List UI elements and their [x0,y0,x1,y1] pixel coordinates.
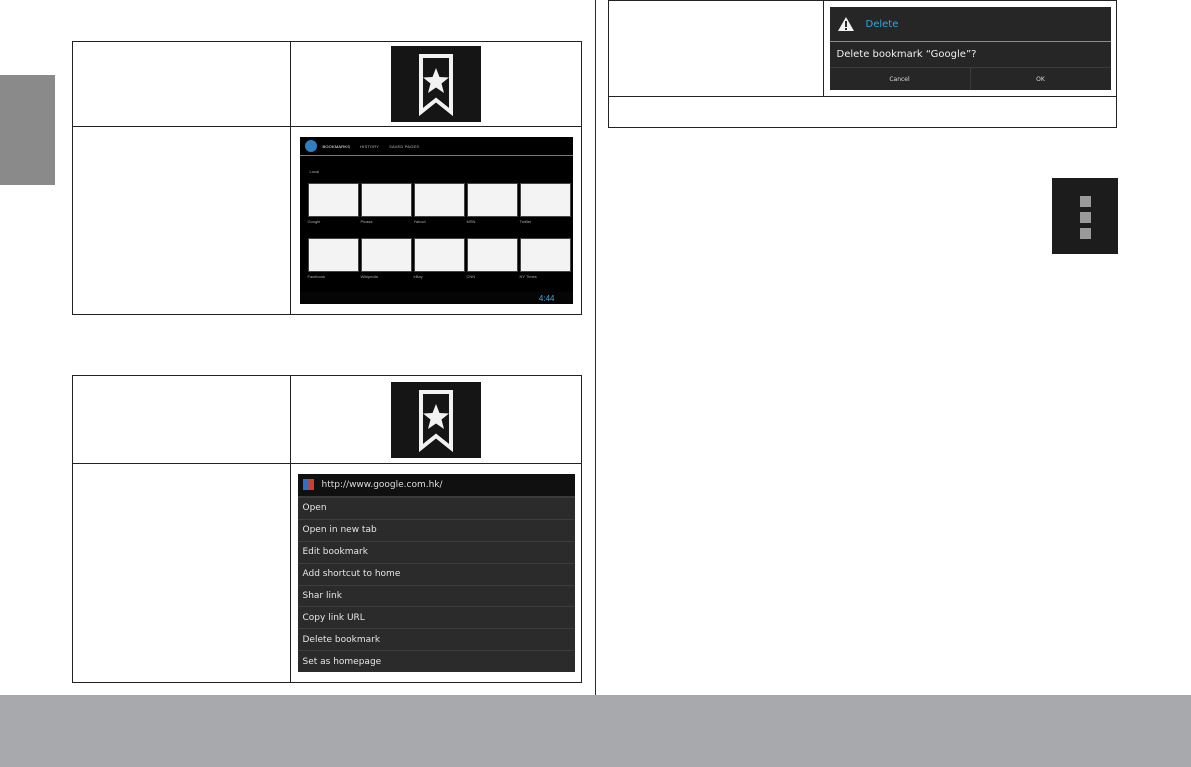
menu-item-copy-link[interactable]: Copy link URL [297,606,575,628]
step-image-cell: http://www.google.com.hk/ Open Open in n… [290,463,582,683]
site-favicon-icon [302,479,314,491]
bookmark-thumbnail[interactable]: Picasa [360,183,412,224]
browser-globe-icon [304,140,317,152]
overflow-menu-icon[interactable] [1052,178,1118,254]
bookmark-context-menu: http://www.google.com.hk/ Open Open in n… [297,473,575,673]
dialog-message: Delete bookmark “Google”? [836,48,977,60]
bookmarks-steps-table: BOOKMARKS HISTORY SAVED PAGES Local Goog… [72,41,582,315]
menu-item-delete-bookmark[interactable]: Delete bookmark [297,628,575,650]
bookmark-thumbnail[interactable]: CNN [466,238,518,279]
overflow-dot [1080,212,1091,223]
menu-header: http://www.google.com.hk/ [297,473,575,497]
step-cell [72,126,291,315]
delete-dialog-table: Delete Delete bookmark “Google”? Cancel … [608,0,1117,128]
step-cell [72,463,291,683]
step-image-cell [290,41,582,127]
column-divider [595,0,596,695]
tab-bookmarks[interactable]: BOOKMARKS [323,144,351,149]
status-clock: 4:44 [538,294,555,303]
ok-button[interactable]: OK [969,68,1111,90]
overflow-dot [1080,228,1091,239]
dialog-title-bar: Delete [829,7,1111,42]
bookmark-thumbnails: Google Picasa Yahoo! MSN Twitter Faceboo… [307,183,571,279]
tab-saved-pages[interactable]: SAVED PAGES [389,144,419,149]
menu-item-open-new-tab[interactable]: Open in new tab [297,518,575,541]
bookmark-url: http://www.google.com.hk/ [321,479,443,490]
page-footer-band [0,695,1191,767]
bookmark-menu-table: http://www.google.com.hk/ Open Open in n… [72,375,582,683]
bookmark-star-icon[interactable] [391,381,481,458]
menu-item-edit-bookmark[interactable]: Edit bookmark [297,540,575,563]
menu-item-share-link[interactable]: Shar link [297,584,575,607]
menu-item-open[interactable]: Open [297,496,575,519]
folder-label: Local [309,169,320,174]
dialog-title: Delete [865,18,899,30]
step-image-cell: Delete Delete bookmark “Google”? Cancel … [823,0,1117,97]
bookmarks-screen: BOOKMARKS HISTORY SAVED PAGES Local Goog… [299,137,573,304]
step-image-cell: BOOKMARKS HISTORY SAVED PAGES Local Goog… [290,126,582,315]
dialog-buttons: Cancel OK [829,67,1111,90]
bookmark-star-icon[interactable] [391,46,481,122]
overflow-dot [1080,196,1091,207]
system-nav-bar [299,292,573,304]
menu-item-set-homepage[interactable]: Set as homepage [297,650,575,672]
bookmark-thumbnail[interactable]: NY Times [519,238,571,279]
bookmark-thumbnail[interactable]: Twitter [519,183,571,224]
bookmark-thumbnail[interactable]: Facebook [307,238,359,279]
bookmark-thumbnail[interactable]: Yahoo! [413,183,465,224]
note-cell [608,96,1117,128]
section-side-tab [0,75,55,185]
tab-history[interactable]: HISTORY [360,144,379,149]
step-cell [72,41,291,127]
step-cell [608,0,824,97]
warning-icon [837,17,854,31]
cancel-button[interactable]: Cancel [830,68,970,90]
bookmark-thumbnail[interactable]: Wikipedia [360,238,412,279]
delete-dialog: Delete Delete bookmark “Google”? Cancel … [829,7,1111,90]
step-image-cell [290,375,582,464]
bookmark-thumbnail[interactable]: MSN [466,183,518,224]
bookmark-thumbnail[interactable]: eBay [413,238,465,279]
bookmarks-tabbar: BOOKMARKS HISTORY SAVED PAGES [299,137,573,156]
step-cell [72,375,291,464]
bookmark-thumbnail[interactable]: Google [307,183,359,224]
menu-item-add-shortcut[interactable]: Add shortcut to home [297,562,575,585]
